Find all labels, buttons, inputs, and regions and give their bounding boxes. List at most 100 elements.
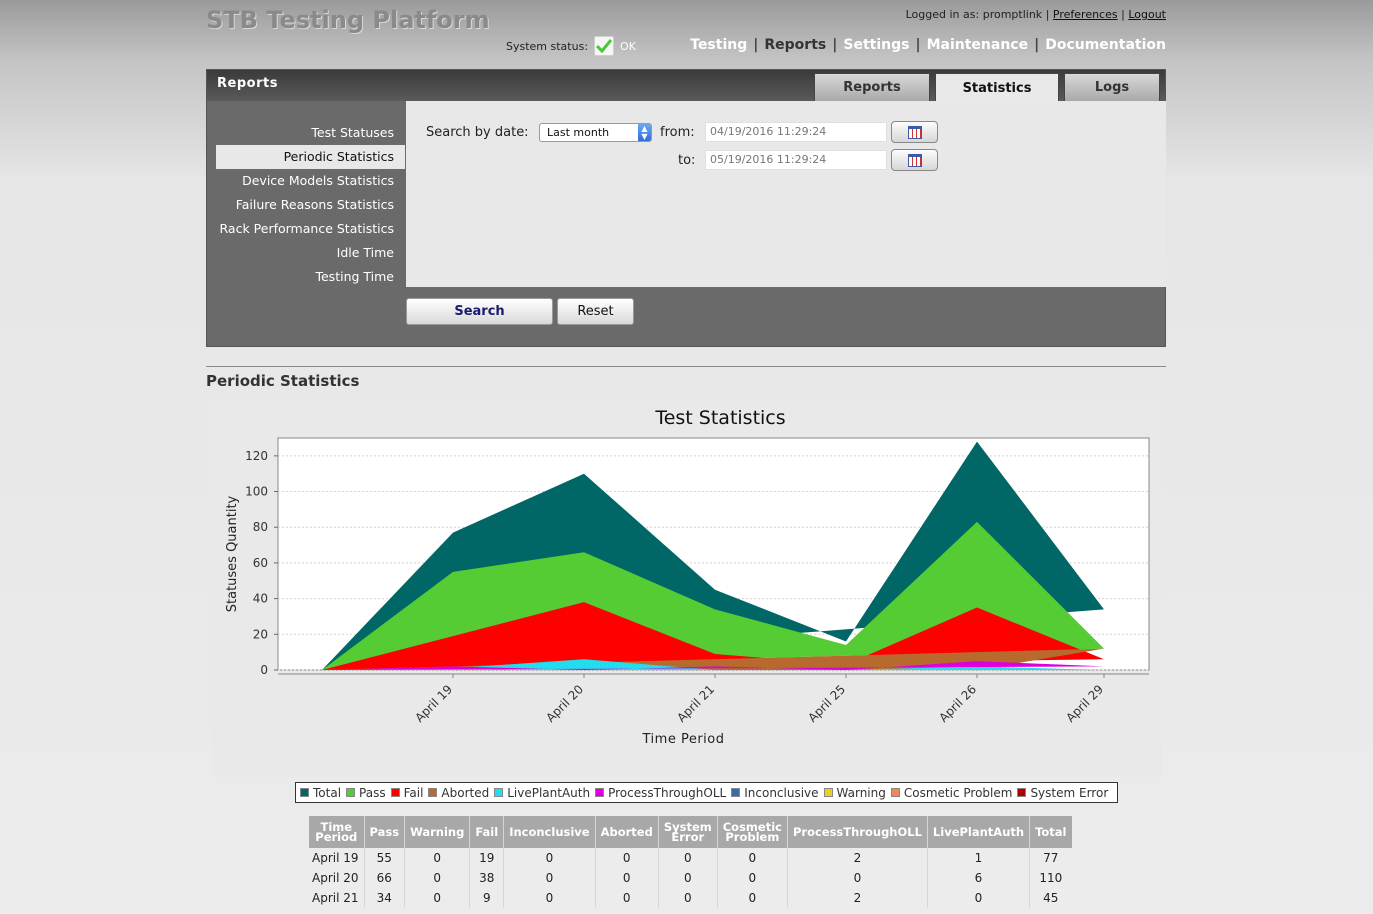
app-logo-title: STB Testing Platform (206, 6, 490, 34)
table-cell: 0 (503, 888, 596, 908)
nav-settings[interactable]: Settings (843, 37, 909, 53)
y-tick-label: 60 (253, 556, 268, 570)
to-label: to: (678, 153, 696, 168)
legend-item: ProcessThroughOLL (595, 786, 726, 800)
legend-item: Fail (390, 786, 423, 800)
table-cell: 0 (404, 848, 471, 868)
nav-separator: | (753, 37, 759, 53)
logout-link[interactable]: Logout (1128, 8, 1166, 21)
y-tick-label: 40 (253, 592, 268, 606)
date-range-select[interactable]: Last month ▲ ▼ (539, 123, 652, 142)
table-header-cell: Pass (364, 816, 406, 848)
table-row: April 20 66 0 38 0 0 0 0 0 6 110 (309, 868, 1072, 888)
section-title: Periodic Statistics (206, 372, 360, 390)
y-tick-label: 100 (245, 485, 268, 499)
y-tick-label: 20 (253, 627, 268, 641)
side-item-idle-time[interactable]: Idle Time (216, 241, 405, 265)
table-cell: 0 (927, 888, 1031, 908)
side-item-device-models-statistics[interactable]: Device Models Statistics (216, 169, 405, 193)
preferences-link[interactable]: Preferences (1053, 8, 1118, 21)
from-calendar-button[interactable] (891, 121, 938, 143)
table-header-cell: System Error (658, 816, 718, 848)
y-axis-label: Statuses Quantity (225, 495, 240, 612)
table-cell: 0 (717, 888, 788, 908)
table-cell: 0 (595, 888, 659, 908)
table-cell: 0 (658, 868, 718, 888)
from-date-input[interactable]: 04/19/2016 11:29:24 (705, 122, 887, 142)
table-cell: 6 (927, 868, 1031, 888)
table-row: April 19 55 0 19 0 0 0 0 2 1 77 (309, 848, 1072, 868)
table-cell: April 20 (309, 868, 365, 888)
side-item-rack-performance-statistics[interactable]: Rack Performance Statistics (216, 217, 405, 241)
legend-label: ProcessThroughOLL (608, 785, 727, 800)
legend-item: Pass (346, 786, 386, 800)
nav-maintenance[interactable]: Maintenance (927, 37, 1029, 53)
side-item-testing-time[interactable]: Testing Time (216, 265, 405, 289)
table-cell: 0 (595, 868, 659, 888)
tab-reports[interactable]: Reports (814, 73, 930, 101)
table-cell: 1 (927, 848, 1031, 868)
calendar-icon (907, 125, 922, 139)
table-cell: 0 (404, 888, 471, 908)
table-cell: 0 (503, 868, 596, 888)
table-header-cell: Time Period (309, 816, 365, 848)
search-button[interactable]: Search (406, 298, 553, 325)
table-row: April 21 34 0 9 0 0 0 0 2 0 45 (309, 888, 1072, 908)
table-header-cell: LivePlantAuth (927, 816, 1031, 848)
table-cell: 38 (469, 868, 505, 888)
legend-item: Aborted (428, 786, 489, 800)
table-header-cell: Total (1029, 816, 1072, 848)
search-form: Search by date: Last month ▲ ▼ from: 04/1… (406, 101, 1166, 287)
legend-item: System Error (1017, 786, 1108, 800)
legend-label: LivePlantAuth (507, 785, 591, 800)
x-tick-label: April 21 (674, 682, 717, 725)
legend-label: Pass (359, 785, 386, 800)
side-item-periodic-statistics[interactable]: Periodic Statistics (216, 145, 405, 169)
table-cell: 0 (595, 848, 659, 868)
legend-item: Cosmetic Problem (890, 786, 1012, 800)
login-info: Logged in as: promptlink | Preferences |… (906, 8, 1166, 21)
legend-item: Total (300, 786, 341, 800)
table-body: April 19 55 0 19 0 0 0 0 2 1 77 April 20 66 0 38 0 0 0 0 0 6… (309, 848, 1072, 908)
y-tick-label: 80 (253, 520, 268, 534)
table-cell: April 19 (309, 848, 365, 868)
reset-button[interactable]: Reset (557, 298, 634, 325)
legend-label: Total (313, 785, 342, 800)
panel-header: Reports Reports Statistics Logs (207, 70, 1165, 102)
table-cell: 2 (787, 888, 928, 908)
table-header-cell: Fail (469, 816, 505, 848)
y-tick-label: 120 (245, 449, 268, 463)
check-icon (594, 36, 615, 56)
panel-title: Reports (217, 76, 278, 91)
tab-statistics[interactable]: Statistics (935, 73, 1059, 102)
nav-testing[interactable]: Testing (690, 37, 747, 53)
statistics-table: Time Period Pass Warning Fail Inconclusive Abo… (309, 816, 1072, 908)
side-item-test-statuses[interactable]: Test Statuses (216, 121, 405, 145)
side-item-failure-reasons-statistics[interactable]: Failure Reasons Statistics (216, 193, 405, 217)
search-by-date-label: Search by date: (426, 125, 529, 140)
legend-swatch (346, 788, 356, 797)
nav-documentation[interactable]: Documentation (1045, 37, 1166, 53)
table-header-row: Time Period Pass Warning Fail Inconclusive Abo… (309, 816, 1072, 848)
to-calendar-button[interactable] (891, 149, 938, 171)
x-axis-label: Time Period (642, 732, 725, 747)
system-status-label: System status: (506, 39, 589, 53)
legend-swatch (823, 788, 833, 797)
nav-reports[interactable]: Reports (764, 37, 826, 53)
legend-label: Inconclusive (744, 785, 819, 800)
separator: | (1045, 8, 1050, 21)
legend-swatch (300, 788, 309, 797)
to-date-input[interactable]: 05/19/2016 11:29:24 (705, 150, 887, 170)
legend-swatch (428, 788, 438, 797)
main-nav: Testing | Reports | Settings | Maintenan… (690, 37, 1166, 53)
table-header-cell: Warning (404, 816, 471, 848)
table-header-cell: ProcessThroughOLL (787, 816, 928, 848)
table-cell: 55 (364, 848, 406, 868)
logged-in-label: Logged in as: (905, 8, 980, 21)
tab-logs[interactable]: Logs (1064, 73, 1160, 101)
chart-legend: Total Pass Fail Aborted LivePlantAuth Process… (295, 782, 1119, 803)
system-status: System status: OK (506, 36, 636, 56)
nav-separator: | (1034, 37, 1040, 53)
legend-label: Warning (836, 785, 886, 800)
nav-separator: | (915, 37, 921, 53)
